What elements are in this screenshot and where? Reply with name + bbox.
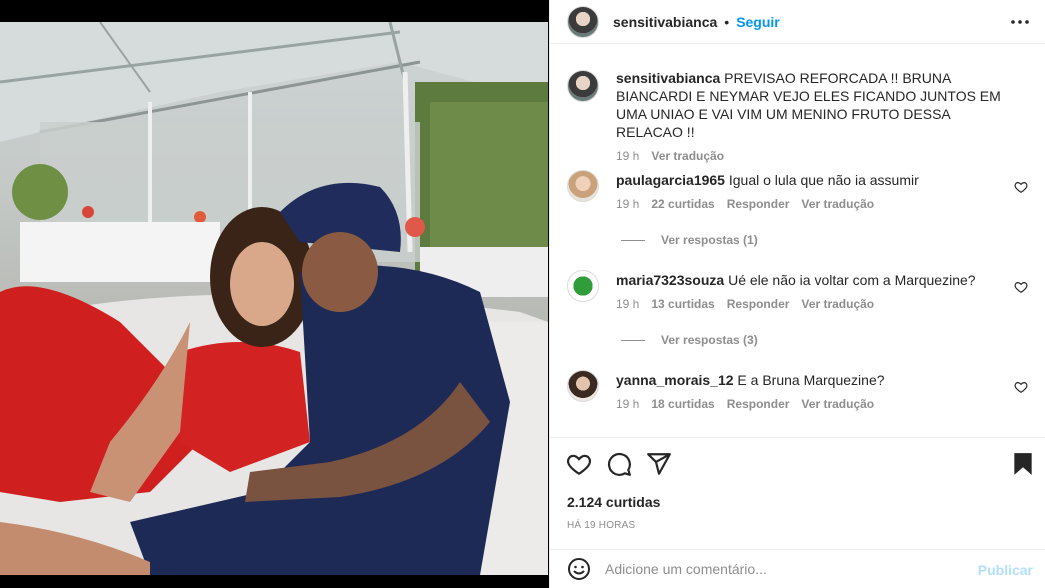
comment-item: maria7323souza Ué ele não ia voltar com …: [567, 270, 1037, 313]
comment-likes[interactable]: 22 curtidas: [651, 195, 714, 213]
comment-translate-link[interactable]: Ver tradução: [801, 295, 874, 313]
comment-reply-link[interactable]: Responder: [727, 195, 790, 213]
comment-translate-link[interactable]: Ver tradução: [801, 395, 874, 413]
replies-line: [621, 339, 645, 341]
comment-like-heart-icon[interactable]: [1014, 180, 1028, 194]
share-icon[interactable]: [646, 451, 672, 477]
comment-text: Igual o lula que não ia assumir: [728, 172, 919, 188]
caption-username[interactable]: sensitivabianca: [616, 70, 720, 86]
commenter-avatar[interactable]: [567, 270, 599, 302]
comment-username[interactable]: maria7323souza: [616, 272, 724, 288]
add-comment-bar: Publicar: [550, 549, 1045, 588]
comment-translate-link[interactable]: Ver tradução: [801, 195, 874, 213]
media-bottom-bar: [0, 575, 548, 588]
comment-meta: 19 h 13 curtidas Responder Ver tradução: [616, 295, 1006, 313]
view-replies-button[interactable]: Ver respostas (3): [621, 333, 758, 347]
heart-icon[interactable]: [566, 451, 592, 477]
post-media[interactable]: [0, 0, 548, 588]
comment-meta: 19 h 22 curtidas Responder Ver tradução: [616, 195, 1006, 213]
media-top-bar: [0, 0, 548, 22]
commenter-avatar[interactable]: [567, 170, 599, 202]
comment-item: paulagarcia1965 Igual o lula que não ia …: [567, 170, 1037, 213]
view-replies-label[interactable]: Ver respostas (3): [661, 333, 758, 347]
caption-avatar[interactable]: [567, 70, 599, 102]
photo-illustration: [0, 22, 548, 575]
comment-reply-link[interactable]: Responder: [727, 395, 790, 413]
comment-text: Ué ele não ia voltar com a Marquezine?: [728, 272, 976, 288]
comment-username[interactable]: paulagarcia1965: [616, 172, 725, 188]
post-caption: sensitivabianca PREVISAO REFORCADA !! BR…: [567, 70, 1037, 165]
comment-meta: 19 h 18 curtidas Responder Ver tradução: [616, 395, 1006, 413]
comment-time[interactable]: 19 h: [616, 295, 639, 313]
emoji-icon[interactable]: [567, 557, 591, 581]
follow-button[interactable]: Seguir: [736, 14, 780, 30]
comment-item: yanna_morais_12 E a Bruna Marquezine? 19…: [567, 370, 1037, 413]
publish-button[interactable]: Publicar: [978, 562, 1033, 578]
posted-time[interactable]: HÁ 19 HORAS: [567, 520, 635, 531]
bookmark-icon[interactable]: [1010, 451, 1036, 477]
view-replies-label[interactable]: Ver respostas (1): [661, 233, 758, 247]
post-header: sensitivabianca • Seguir: [550, 0, 1045, 44]
comment-like-heart-icon[interactable]: [1014, 280, 1028, 294]
comment-time[interactable]: 19 h: [616, 195, 639, 213]
author-avatar[interactable]: [567, 5, 599, 38]
comment-body: paulagarcia1965 Igual o lula que não ia …: [616, 170, 1006, 213]
comment-likes[interactable]: 13 curtidas: [651, 295, 714, 313]
comment-body: yanna_morais_12 E a Bruna Marquezine? 19…: [616, 370, 1006, 413]
more-options-icon[interactable]: [1010, 12, 1030, 32]
comment-like-heart-icon[interactable]: [1014, 380, 1028, 394]
comment-likes[interactable]: 18 curtidas: [651, 395, 714, 413]
post-side-panel: sensitivabianca • Seguir sensitivabianca…: [549, 0, 1045, 588]
caption-meta: 19 h Ver tradução: [616, 147, 1006, 165]
commenter-avatar[interactable]: [567, 370, 599, 402]
post-photo[interactable]: [0, 22, 548, 575]
add-comment-input[interactable]: [605, 561, 955, 577]
view-replies-button[interactable]: Ver respostas (1): [621, 233, 758, 247]
post-actions: [550, 451, 1045, 479]
caption-body: sensitivabianca PREVISAO REFORCADA !! BR…: [616, 70, 1006, 165]
caption-translate-link[interactable]: Ver tradução: [651, 147, 724, 165]
likes-count[interactable]: 2.124 curtidas: [567, 494, 660, 510]
caption-time[interactable]: 19 h: [616, 147, 639, 165]
comment-icon[interactable]: [606, 451, 632, 477]
author-username[interactable]: sensitivabianca: [613, 14, 717, 30]
comment-body: maria7323souza Ué ele não ia voltar com …: [616, 270, 1006, 313]
comments-list[interactable]: sensitivabianca PREVISAO REFORCADA !! BR…: [550, 45, 1045, 438]
replies-line: [621, 239, 645, 241]
comment-reply-link[interactable]: Responder: [727, 295, 790, 313]
comment-username[interactable]: yanna_morais_12: [616, 372, 734, 388]
header-separator: •: [724, 13, 730, 30]
comment-time[interactable]: 19 h: [616, 395, 639, 413]
comment-text: E a Bruna Marquezine?: [737, 372, 885, 388]
